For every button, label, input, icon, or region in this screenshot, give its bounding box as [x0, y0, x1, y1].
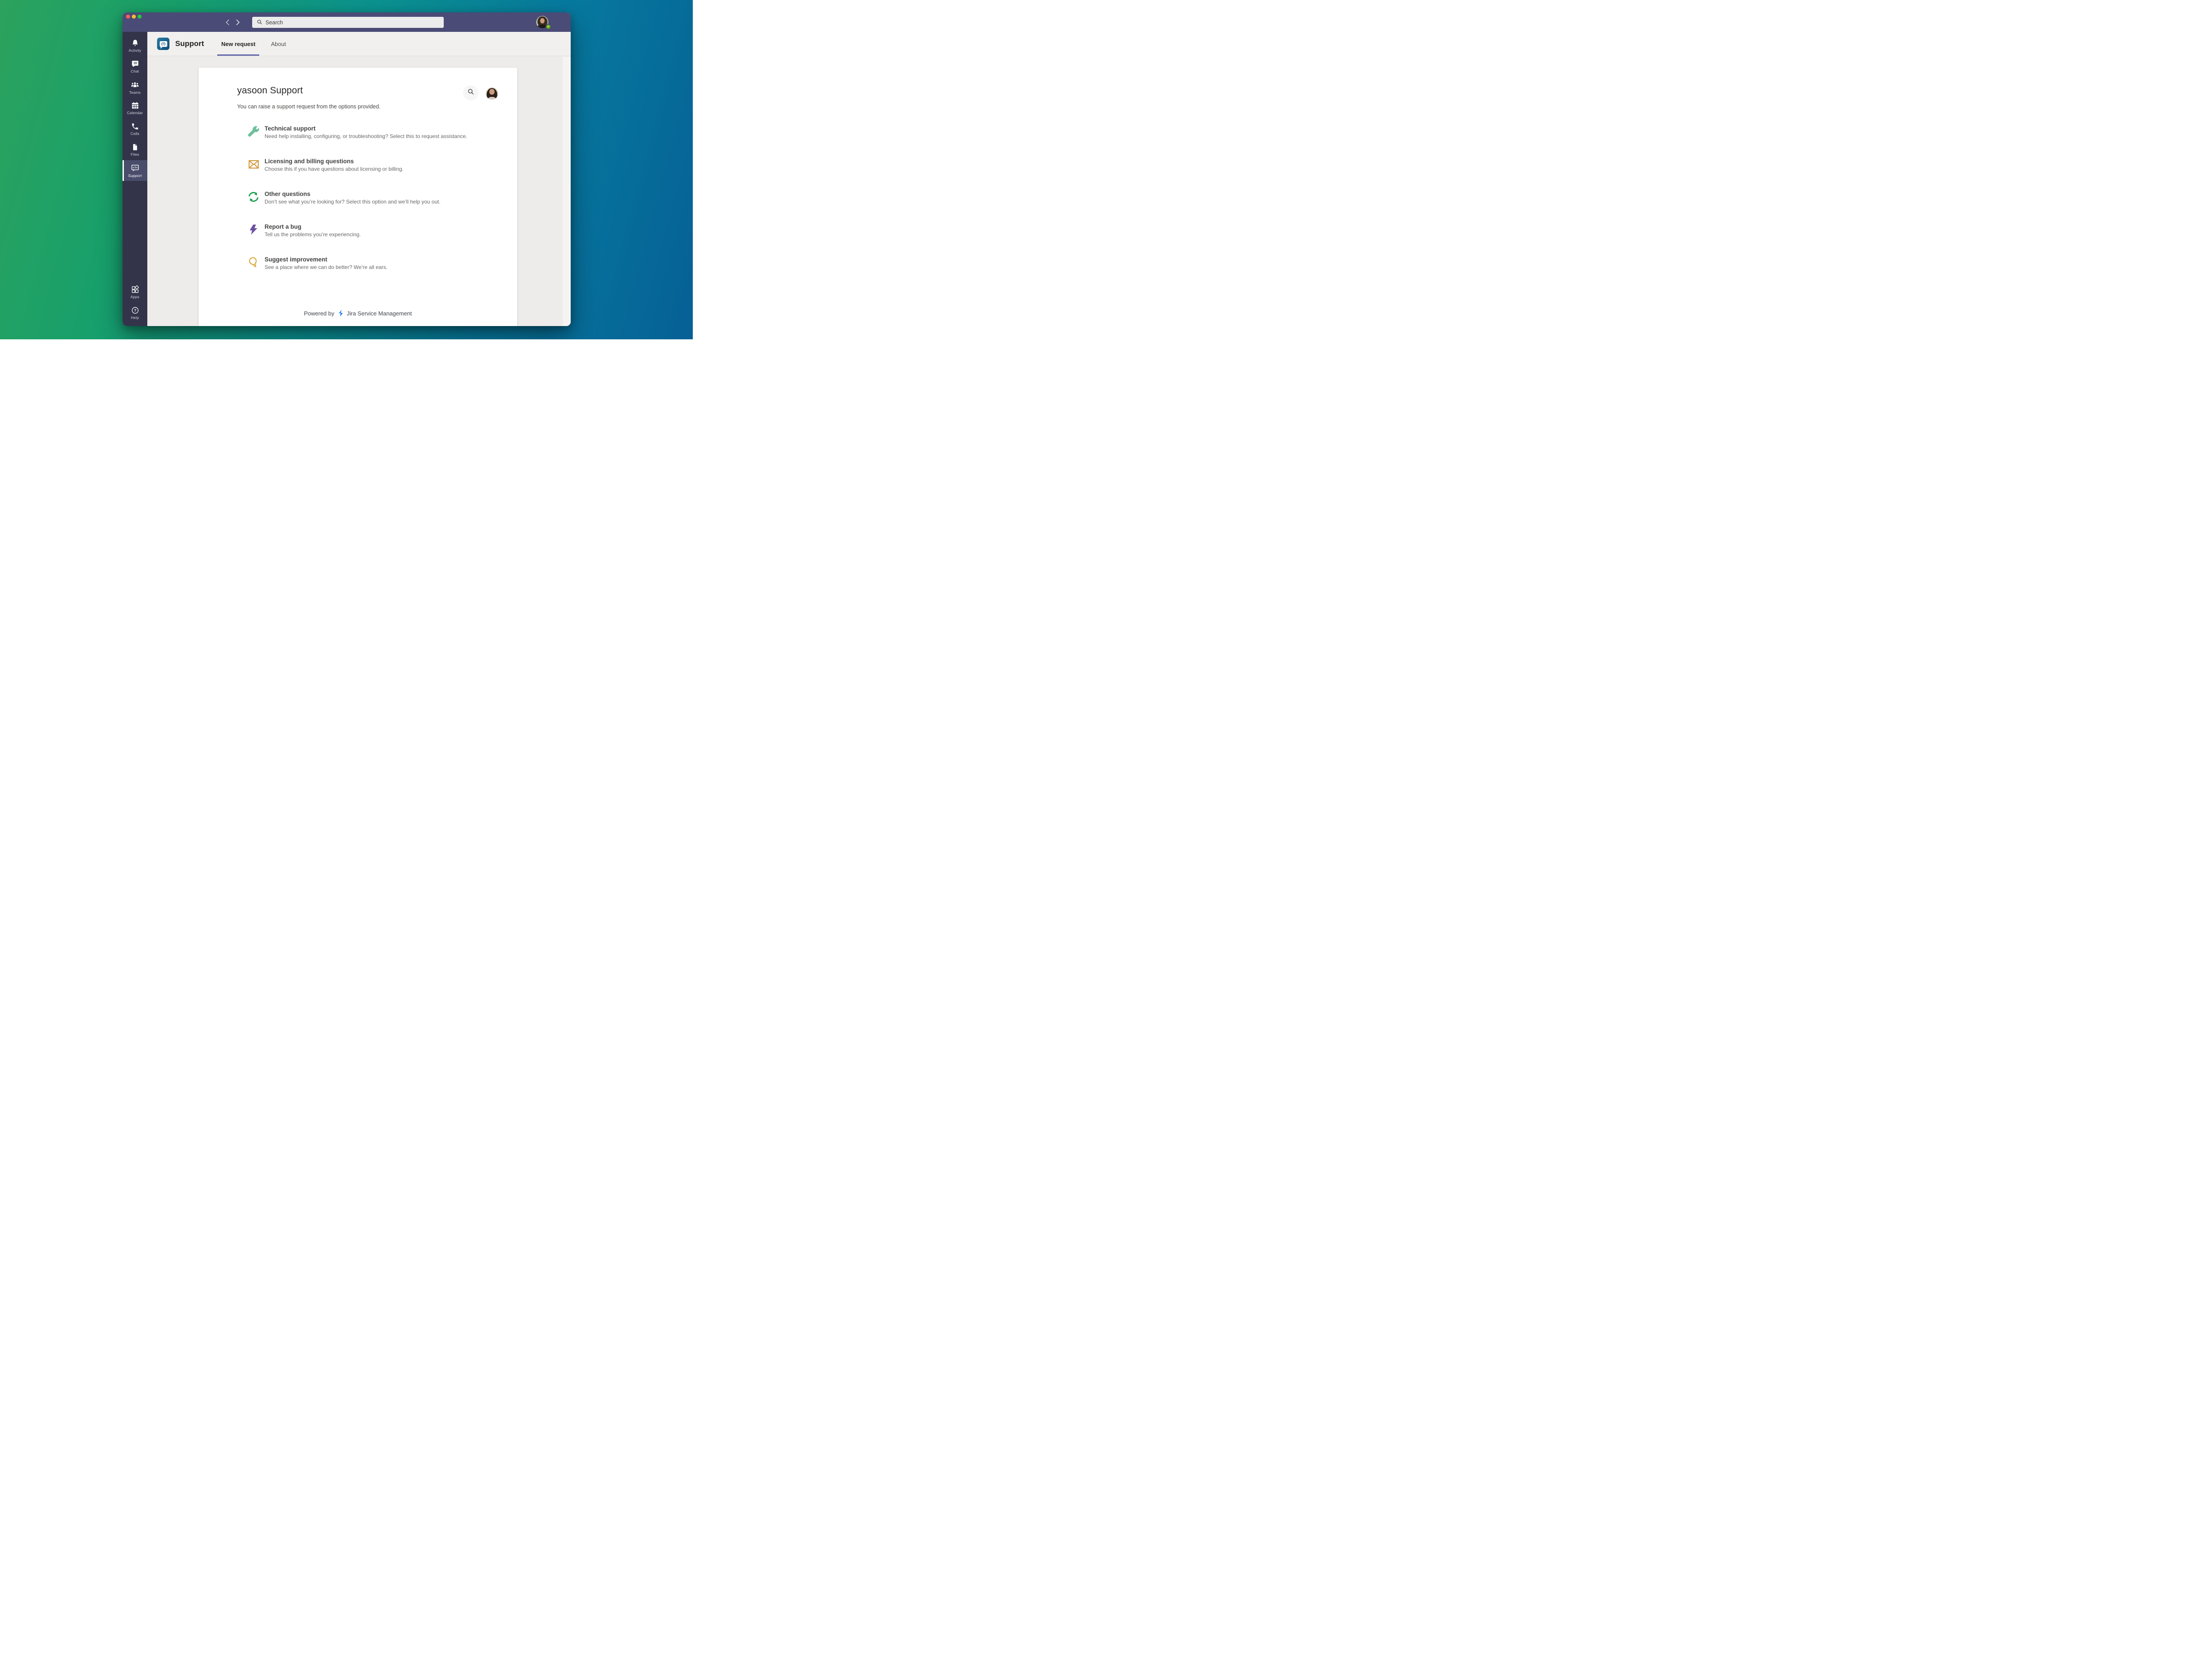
jira-brand-text: Jira Service Management — [347, 310, 412, 317]
support-app-icon: (?) — [157, 38, 169, 50]
support-bubble-icon: <?> — [131, 164, 140, 173]
support-app-glyph: (?) — [161, 42, 165, 46]
search-input[interactable] — [252, 17, 444, 28]
request-options-list: Technical support Need help installing, … — [247, 125, 517, 271]
sync-arrows-icon — [247, 190, 260, 204]
wrench-icon — [247, 125, 260, 138]
teams-window: ✓ Activity Chat — [123, 12, 571, 326]
close-button[interactable] — [126, 15, 130, 19]
option-title: Report a bug — [265, 223, 361, 230]
sidebar-label: Files — [131, 152, 139, 157]
lightbulb-icon — [247, 256, 260, 269]
option-technical-support[interactable]: Technical support Need help installing, … — [247, 125, 517, 140]
svg-text:?: ? — [134, 308, 136, 312]
sidebar-item-apps[interactable]: Apps — [123, 282, 147, 303]
portal-subtitle: You can raise a support request from the… — [237, 104, 498, 110]
svg-text:<?>: <?> — [132, 166, 137, 169]
powered-by-text: Powered by — [304, 310, 334, 317]
sidebar-item-calls[interactable]: Calls — [123, 119, 147, 139]
option-title: Licensing and billing questions — [265, 157, 403, 165]
sidebar-label: Teams — [129, 90, 141, 95]
minimize-button[interactable] — [132, 15, 136, 19]
portal-search-button[interactable] — [463, 85, 478, 100]
title-bar: ✓ — [123, 12, 571, 32]
sidebar-label: Activity — [129, 48, 142, 53]
option-title: Other questions — [265, 190, 441, 198]
content-area: yasoon Support You can raise a support r… — [147, 57, 571, 326]
option-description: Choose this if you have questions about … — [265, 165, 403, 173]
option-title: Technical support — [265, 125, 467, 132]
option-licensing-billing[interactable]: Licensing and billing questions Choose t… — [247, 157, 517, 173]
sidebar-label: Calls — [131, 131, 139, 136]
sidebar-item-calendar[interactable]: Calendar — [123, 98, 147, 119]
phone-icon — [131, 123, 139, 131]
sidebar-label: Calendar — [127, 111, 143, 115]
sidebar-item-files[interactable]: Files — [123, 139, 147, 160]
file-icon — [131, 143, 139, 151]
envelope-icon — [247, 157, 260, 171]
portal-title: yasoon Support — [237, 85, 498, 96]
lightning-bolt-icon — [247, 223, 260, 236]
tab-new-request[interactable]: New request — [220, 32, 257, 56]
scrollbar-track[interactable] — [563, 57, 571, 326]
option-suggest-improvement[interactable]: Suggest improvement See a place where we… — [247, 256, 517, 271]
tab-bar: New request About — [220, 32, 300, 56]
sidebar-label: Chat — [131, 69, 139, 73]
apps-grid-icon — [131, 285, 139, 294]
chat-icon — [131, 60, 139, 68]
sidebar-item-support[interactable]: <?> Support — [123, 160, 147, 181]
search-icon — [467, 88, 475, 98]
sidebar-item-help[interactable]: ? Help — [123, 303, 147, 323]
option-other-questions[interactable]: Other questions Don’t see what you’re lo… — [247, 190, 517, 205]
sidebar-label: Support — [128, 173, 142, 178]
option-description: Don’t see what you’re looking for? Selec… — [265, 198, 441, 205]
option-title: Suggest improvement — [265, 256, 388, 263]
option-description: See a place where we can do better? We’r… — [265, 264, 388, 271]
option-report-bug[interactable]: Report a bug Tell us the problems you’re… — [247, 223, 517, 238]
sidebar-item-teams[interactable]: Teams — [123, 77, 147, 98]
portal-card: yasoon Support You can raise a support r… — [199, 68, 517, 326]
option-description: Need help installing, configuring, or tr… — [265, 133, 467, 140]
portal-user-avatar[interactable] — [486, 87, 498, 100]
forward-button[interactable] — [236, 19, 240, 26]
people-icon — [131, 81, 139, 89]
app-header: (?) Support New request About — [147, 32, 571, 56]
powered-by-jira-link[interactable]: Powered by Jira Service Management — [199, 310, 517, 317]
calendar-icon — [131, 101, 139, 110]
tab-about[interactable]: About — [269, 32, 287, 56]
sidebar-label: Apps — [131, 295, 139, 299]
page-title: Support — [175, 39, 204, 48]
desktop-background: ✓ Activity Chat — [0, 0, 693, 339]
status-available-badge: ✓ — [545, 24, 551, 30]
sidebar-item-activity[interactable]: Activity — [123, 35, 147, 56]
zoom-button[interactable] — [138, 15, 142, 19]
back-button[interactable] — [226, 19, 230, 26]
help-circle-icon: ? — [131, 306, 139, 315]
jira-logo-icon — [337, 310, 344, 317]
app-rail: Activity Chat Teams — [123, 32, 147, 326]
option-description: Tell us the problems you’re experiencing… — [265, 231, 361, 238]
sidebar-label: Help — [131, 315, 139, 320]
bell-icon — [131, 39, 139, 47]
window-controls — [126, 15, 142, 19]
sidebar-item-chat[interactable]: Chat — [123, 56, 147, 77]
